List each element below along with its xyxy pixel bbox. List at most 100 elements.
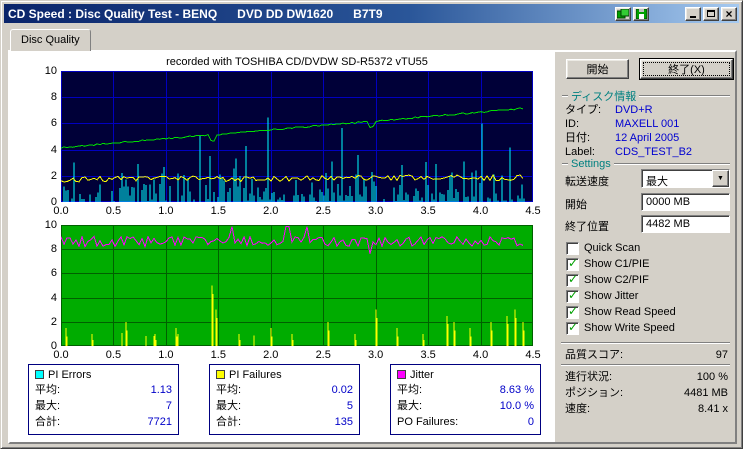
axis-tick: 8: [50, 91, 57, 104]
chevron-down-icon[interactable]: ▼: [712, 170, 729, 187]
stat-box-header: PI Failures: [216, 367, 353, 382]
stat-box-header: Jitter: [397, 367, 534, 382]
disc-info-label: ID:: [565, 118, 580, 130]
axis-tick: 4: [50, 291, 57, 304]
stat-row: 合計: 7721: [35, 414, 172, 430]
checkbox-label: Show Read Speed: [584, 306, 676, 318]
chart-header: recorded with TOSHIBA CD/DVDW SD-R5372 v…: [166, 56, 428, 68]
maximize-button[interactable]: [703, 6, 719, 21]
axis-tick: 0.5: [105, 349, 122, 361]
stat-row: 最大: 7: [35, 398, 172, 414]
disc-info-header-label: ディスク情報: [571, 91, 637, 103]
axis-tick: 2.0: [263, 349, 279, 361]
exit-button[interactable]: 終了(X): [640, 59, 733, 79]
axis-tick: 0: [50, 340, 57, 352]
checkbox-show-c1-pie[interactable]: ✓ Show C1/PIE: [566, 256, 676, 272]
separator: [561, 364, 730, 366]
checkbox-box[interactable]: ✓: [566, 287, 579, 303]
axis-tick: 2.0: [263, 205, 279, 217]
checkbox-box[interactable]: ✓: [566, 255, 579, 271]
divider: [639, 95, 730, 97]
stat-row: 最大: 5: [216, 398, 353, 414]
axis-tick: 8: [50, 243, 57, 256]
stat-value: 5: [346, 400, 353, 412]
graph-save-icon[interactable]: [633, 6, 649, 21]
disc-quality-page: recorded with TOSHIBA CD/DVDW SD-R5372 v…: [8, 50, 737, 444]
disc-info-row: 日付: 12 April 2005: [565, 131, 730, 145]
pie-errors-chart: [61, 71, 533, 202]
stat-label: 最大:: [216, 400, 242, 412]
axis-tick: 2.5: [315, 349, 331, 361]
disc-info-value: MAXELL 001: [615, 118, 680, 130]
transfer-speed-select[interactable]: 最大 ▼: [641, 169, 730, 188]
end-position-value: 4482 MB: [646, 218, 691, 230]
minimize-button[interactable]: [685, 6, 701, 21]
checkbox-show-read-speed[interactable]: ✓ Show Read Speed: [566, 304, 676, 320]
divider: [562, 95, 568, 97]
disc-info-value: 12 April 2005: [615, 132, 680, 144]
checkbox-box[interactable]: ✓: [566, 319, 579, 335]
axis-tick: 6: [50, 267, 57, 280]
stat-box-pi-failures: PI Failures 平均: 0.02 最大: 5 合計: 135: [209, 364, 360, 435]
axis-tick: 4.5: [525, 349, 541, 361]
status-label: 速度:: [565, 403, 591, 415]
disc-info-rows: タイプ: DVD+R ID: MAXELL 001 日付: 12 April 2005 La…: [565, 103, 730, 159]
axis-tick: 3.5: [420, 205, 436, 217]
legend-swatch: [35, 370, 44, 379]
close-button[interactable]: ×: [721, 6, 737, 21]
disc-info-value: CDS_TEST_B2: [615, 146, 693, 158]
stat-label: 平均:: [216, 384, 242, 396]
status-row: 進行状況: 100 %: [565, 370, 728, 386]
graph-copy-icon[interactable]: [615, 6, 631, 21]
transfer-speed-value: 最大: [646, 176, 668, 188]
plot1-svg: [61, 71, 533, 202]
disc-info-row: ID: MAXELL 001: [565, 117, 730, 131]
start-button[interactable]: 開始: [566, 59, 629, 79]
stat-label: 合計:: [35, 416, 61, 428]
end-position-input[interactable]: 4482 MB: [641, 215, 730, 233]
quality-score-value: 97: [715, 349, 728, 361]
check-icon: ✓: [568, 319, 579, 334]
checkbox-label: Show C2/PIF: [584, 274, 649, 286]
stat-row: 最大: 10.0 %: [397, 398, 534, 414]
transfer-speed-label: 転送速度: [565, 176, 609, 188]
start-position-input[interactable]: 0000 MB: [641, 193, 730, 211]
check-icon: ✓: [568, 303, 579, 318]
jitter-pif-chart: [61, 225, 533, 346]
stat-box-jitter: Jitter 平均: 8.63 % 最大: 10.0 % PO Failures: 0: [390, 364, 541, 435]
start-position-label: 開始: [565, 199, 587, 211]
status-label: 進行状況:: [565, 371, 613, 383]
checkbox-box[interactable]: ✓: [566, 272, 579, 287]
stat-value: 1.13: [150, 384, 172, 396]
axis-tick: 3.0: [368, 349, 384, 361]
stat-label: 合計:: [216, 416, 242, 428]
checkbox-label: Show Jitter: [584, 290, 639, 302]
axis-tick: 10: [44, 219, 57, 231]
stat-row: 平均: 0.02: [216, 382, 353, 398]
disc-info-label: Label:: [565, 146, 595, 158]
status-value: 100 %: [696, 371, 728, 383]
option-checkboxes: Quick Scan ✓ Show C1/PIE ✓ Show C2/PIF ✓ Show …: [566, 240, 676, 336]
checkbox-quick-scan[interactable]: Quick Scan: [566, 240, 676, 256]
stat-value: 7: [165, 400, 172, 412]
stat-value: 135: [334, 416, 353, 428]
check-icon: ✓: [568, 255, 579, 270]
stat-row: 平均: 1.13: [35, 382, 172, 398]
checkbox-show-write-speed[interactable]: ✓ Show Write Speed: [566, 320, 676, 336]
close-icon: ×: [725, 6, 733, 21]
checkbox-show-jitter[interactable]: ✓ Show Jitter: [566, 288, 676, 304]
stat-label: 平均:: [35, 384, 61, 396]
quality-score-row: 品質スコア: 97: [565, 348, 728, 364]
stat-box-header: PI Errors: [35, 367, 172, 382]
tab-disc-quality[interactable]: Disc Quality: [10, 29, 91, 51]
checkbox-show-c2-pif[interactable]: ✓ Show C2/PIF: [566, 272, 676, 288]
minimize-icon: [690, 16, 696, 18]
checkbox-box[interactable]: [566, 241, 579, 255]
maximize-icon: [707, 10, 715, 17]
axis-tick: 1.5: [210, 205, 226, 217]
stat-value: 10.0 %: [499, 400, 534, 412]
titlebar[interactable]: CD Speed : Disc Quality Test - BENQ DVD …: [4, 4, 739, 23]
stat-label: 最大:: [35, 400, 61, 412]
checkbox-box[interactable]: ✓: [566, 303, 579, 319]
check-icon: ✓: [568, 287, 579, 302]
